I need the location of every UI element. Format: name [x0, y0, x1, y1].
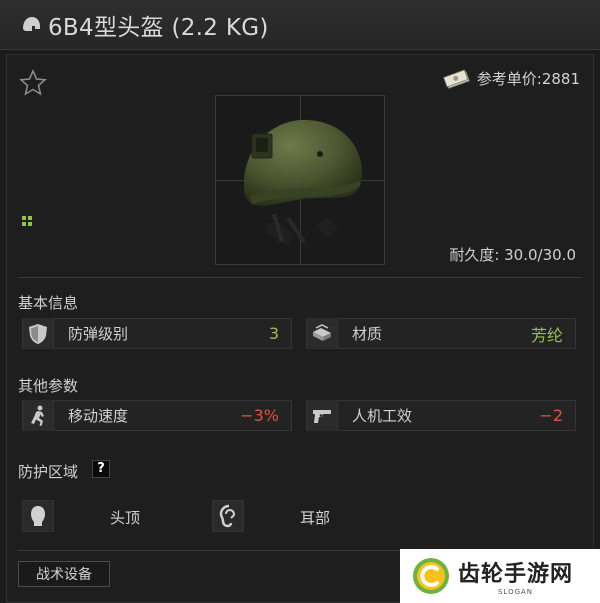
- helmet-image: [243, 119, 363, 246]
- title-bar: 6B4型头盔 (2.2 KG): [0, 0, 600, 50]
- stat-value: 芳纶: [530, 325, 563, 345]
- stat-material: 材质 芳纶: [306, 318, 576, 349]
- logo-icon: [413, 558, 449, 594]
- help-icon[interactable]: ?: [92, 460, 110, 478]
- ear-icon: [212, 500, 244, 532]
- section-basic-info: 基本信息: [18, 294, 79, 312]
- stat-move-speed: 移动速度 −3%: [22, 400, 292, 431]
- price-value: 2881: [541, 69, 580, 88]
- pistol-icon: [313, 409, 331, 423]
- stat-value: −2: [539, 406, 563, 425]
- item-title: 6B4型头盔 (2.2 KG): [48, 14, 269, 41]
- watermark-slogan: SLOGAN: [497, 588, 534, 596]
- section-protection: 防护区域: [18, 463, 79, 481]
- zone-label-top: 头顶: [110, 509, 141, 527]
- stat-label: 移动速度: [68, 407, 129, 425]
- durability-text: 耐久度: 30.0/30.0: [449, 246, 576, 264]
- stat-ergonomics: 人机工效 −2: [306, 400, 576, 431]
- item-image-frame: [215, 95, 385, 265]
- favorite-star-icon[interactable]: [18, 68, 48, 98]
- stat-label: 防弹级别: [68, 325, 129, 343]
- zone-label-ears: 耳部: [300, 509, 331, 527]
- head-icon: [22, 500, 54, 532]
- stat-label: 材质: [352, 325, 383, 343]
- shield-icon: [29, 323, 47, 344]
- watermark: 齿轮手游网 SLOGAN: [400, 549, 600, 603]
- tab-tactical-equipment[interactable]: 战术设备: [18, 561, 110, 587]
- stat-label: 人机工效: [352, 407, 413, 425]
- watermark-text: 齿轮手游网: [458, 562, 574, 587]
- grid-size-icon: [22, 216, 32, 226]
- money-icon: [442, 68, 470, 89]
- stat-value: 3: [268, 324, 279, 343]
- running-icon: [31, 405, 44, 426]
- reference-price: 参考单价: 2881: [442, 68, 580, 89]
- stat-value: −3%: [240, 406, 279, 425]
- helmet-icon: [23, 16, 40, 31]
- stat-armor-class: 防弹级别 3: [22, 318, 292, 349]
- price-label: 参考单价:: [476, 70, 542, 88]
- material-icon: [313, 323, 331, 341]
- divider: [18, 277, 582, 278]
- section-other-params: 其他参数: [18, 377, 79, 395]
